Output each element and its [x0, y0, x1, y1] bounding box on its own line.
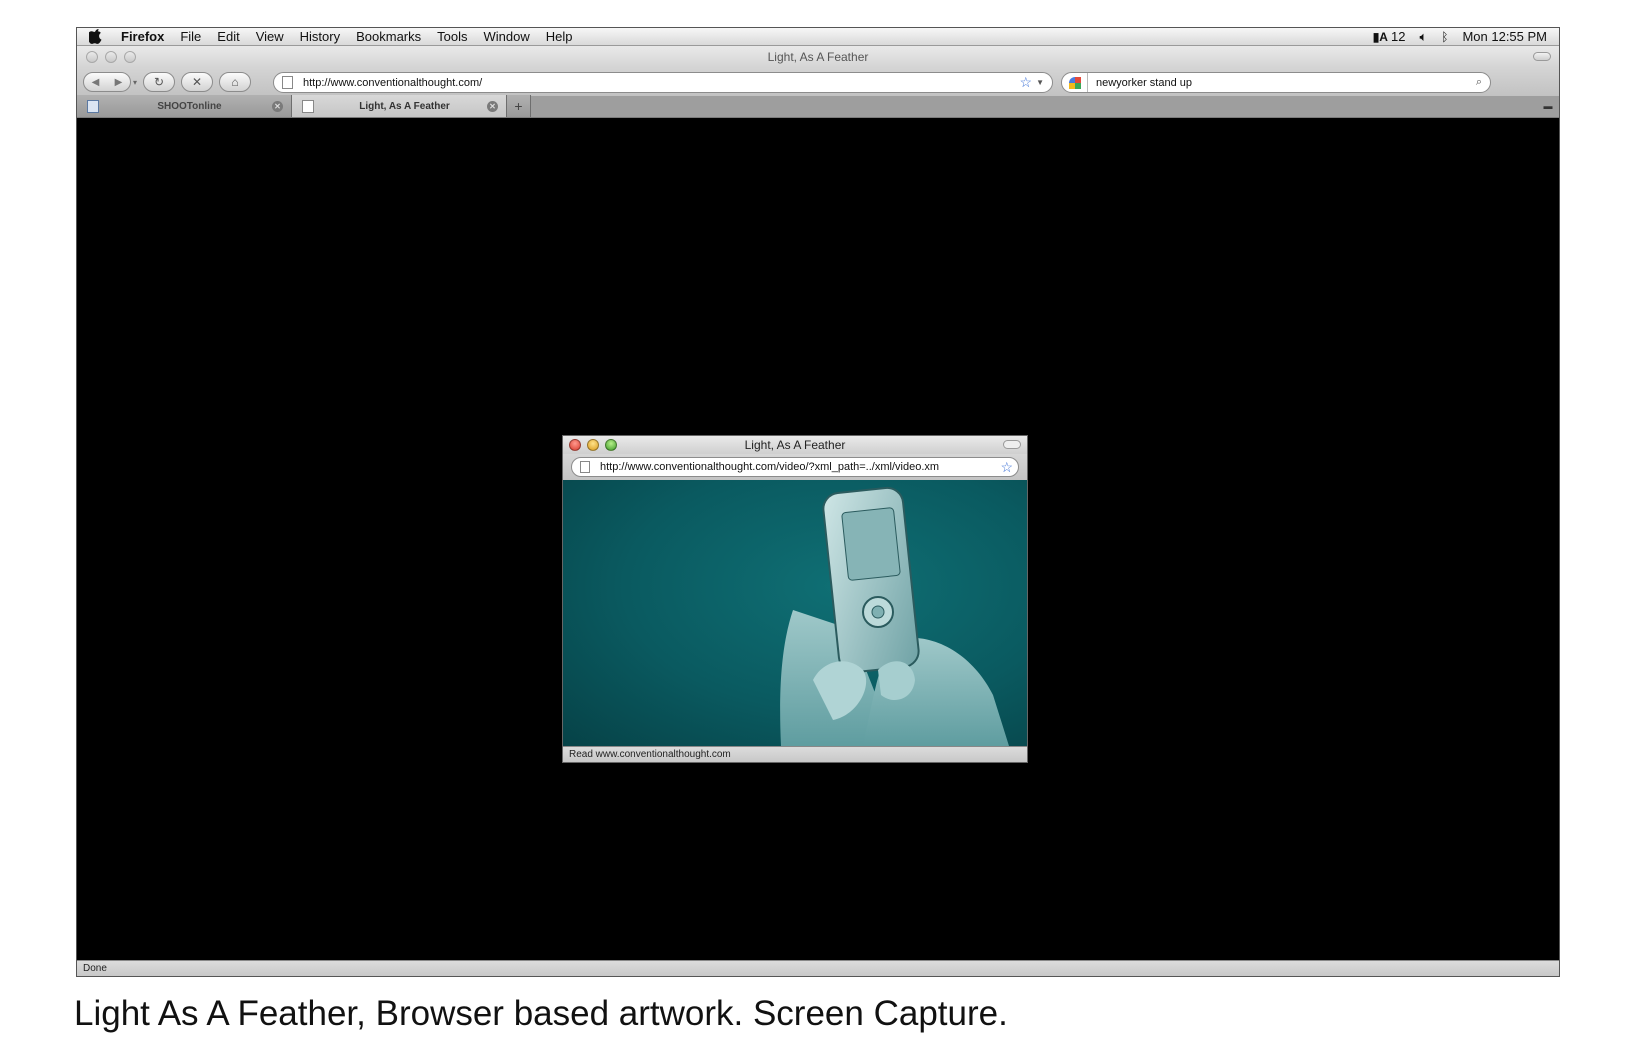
- popup-title: Light, As A Feather: [744, 438, 846, 452]
- search-text: newyorker stand up: [1096, 76, 1192, 89]
- menu-extras: ▮A 12 🔈︎ ᛒ Mon 12:55 PM: [1373, 29, 1559, 45]
- apple-icon[interactable]: [77, 29, 113, 44]
- page-favicon-icon: [302, 99, 314, 113]
- window-controls: [86, 51, 136, 63]
- home-button[interactable]: ⌂: [219, 72, 252, 92]
- search-icon[interactable]: ⌕: [1476, 76, 1490, 89]
- status-text: Done: [83, 963, 107, 974]
- status-number: 12: [1390, 29, 1406, 44]
- stop-button[interactable]: ✕: [181, 72, 214, 92]
- video-still-image: [780, 486, 1009, 746]
- tab-label: Light, As A Feather: [359, 100, 450, 112]
- page-icon: [282, 76, 293, 89]
- menu-window[interactable]: Window: [476, 29, 538, 44]
- zoom-window-button[interactable]: [124, 51, 136, 63]
- popup-url-row: http://www.conventionalthought.com/video…: [563, 454, 1027, 480]
- close-window-button[interactable]: [86, 51, 98, 63]
- popup-status-bar: Read www.conventionalthought.com: [563, 746, 1027, 762]
- bluetooth-icon[interactable]: ᛒ: [1441, 30, 1448, 44]
- clock[interactable]: Mon 12:55 PM: [1462, 29, 1547, 44]
- url-dropdown-icon[interactable]: ▼: [1036, 78, 1052, 87]
- popup-page-icon: [580, 461, 590, 473]
- tab-light-as-a-feather[interactable]: Light, As A Feather ✕: [292, 95, 507, 117]
- reload-button[interactable]: ↻: [143, 72, 176, 92]
- calendar-icon: ▮A: [1372, 29, 1388, 44]
- tab-label: SHOOTonline: [157, 100, 222, 112]
- back-forward-group: ◀ ▶: [83, 72, 131, 92]
- menu-edit[interactable]: Edit: [209, 29, 247, 44]
- bookmark-star-icon[interactable]: ☆: [1020, 74, 1037, 91]
- list-all-tabs-icon[interactable]: ▬: [1537, 95, 1559, 117]
- close-tab-icon[interactable]: ✕: [487, 100, 498, 112]
- tab-shootonline[interactable]: SHOOTonline ✕: [77, 95, 292, 117]
- video-frame[interactable]: [563, 480, 1027, 746]
- new-tab-button[interactable]: +: [507, 95, 531, 117]
- popup-close-button[interactable]: [569, 439, 581, 451]
- home-icon: ⌂: [231, 75, 239, 89]
- menu-app-firefox[interactable]: Firefox: [113, 29, 172, 44]
- popup-status-text: Read www.conventionalthought.com: [569, 749, 731, 760]
- menu-bar: Firefox File Edit View History Bookmarks…: [77, 28, 1559, 46]
- menu-history[interactable]: History: [292, 29, 348, 44]
- plus-icon: +: [514, 98, 523, 114]
- popup-toolbar-toggle-button[interactable]: [1003, 440, 1021, 449]
- google-engine-icon[interactable]: [1062, 73, 1088, 92]
- url-text: http://www.conventionalthought.com/: [303, 76, 483, 89]
- close-tab-icon[interactable]: ✕: [272, 100, 283, 112]
- menu-tools[interactable]: Tools: [429, 29, 475, 44]
- status-bar: Done: [77, 960, 1559, 976]
- tab-strip: SHOOTonline ✕ Light, As A Feather ✕ + ▬: [77, 95, 1559, 118]
- url-bar[interactable]: http://www.conventionalthought.com/ ☆ ▼: [273, 72, 1053, 93]
- volume-icon[interactable]: 🔈︎: [1419, 29, 1427, 45]
- popup-title-bar: Light, As A Feather: [563, 436, 1027, 454]
- history-dropdown-icon[interactable]: ▾: [133, 78, 137, 87]
- popup-bookmark-star-icon[interactable]: ☆: [995, 459, 1018, 476]
- minimize-window-button[interactable]: [105, 51, 117, 63]
- menu-view[interactable]: View: [248, 29, 292, 44]
- toolbar-toggle-button[interactable]: [1533, 52, 1551, 61]
- forward-icon[interactable]: ▶: [107, 77, 130, 88]
- popup-minimize-button[interactable]: [587, 439, 599, 451]
- menu-bookmarks[interactable]: Bookmarks: [348, 29, 429, 44]
- figure-caption: Light As A Feather, Browser based artwor…: [74, 994, 1008, 1033]
- menu-help[interactable]: Help: [538, 29, 581, 44]
- status-extra[interactable]: ▮A 12: [1373, 29, 1406, 44]
- popup-window: Light, As A Feather http://www.conventio…: [562, 435, 1028, 763]
- popup-url-text: http://www.conventionalthought.com/video…: [600, 461, 940, 473]
- popup-zoom-button[interactable]: [605, 439, 617, 451]
- search-bar[interactable]: newyorker stand up ⌕: [1061, 72, 1491, 93]
- reload-icon: ↻: [153, 75, 165, 89]
- window-title: Light, As A Feather: [767, 50, 869, 64]
- window-title-bar: Light, As A Feather: [77, 46, 1559, 68]
- shootonline-favicon-icon: [87, 99, 99, 113]
- popup-url-bar[interactable]: http://www.conventionalthought.com/video…: [571, 457, 1019, 477]
- screen: Firefox File Edit View History Bookmarks…: [76, 27, 1560, 977]
- popup-window-controls: [569, 439, 617, 451]
- menu-file[interactable]: File: [172, 29, 209, 44]
- stop-icon: ✕: [191, 75, 203, 89]
- back-icon[interactable]: ◀: [84, 77, 107, 88]
- navigation-toolbar: ◀ ▶ ▾ ↻ ✕ ⌂ http://www.conventionalthoug…: [77, 68, 1559, 96]
- page-content: Light, As A Feather http://www.conventio…: [77, 119, 1559, 961]
